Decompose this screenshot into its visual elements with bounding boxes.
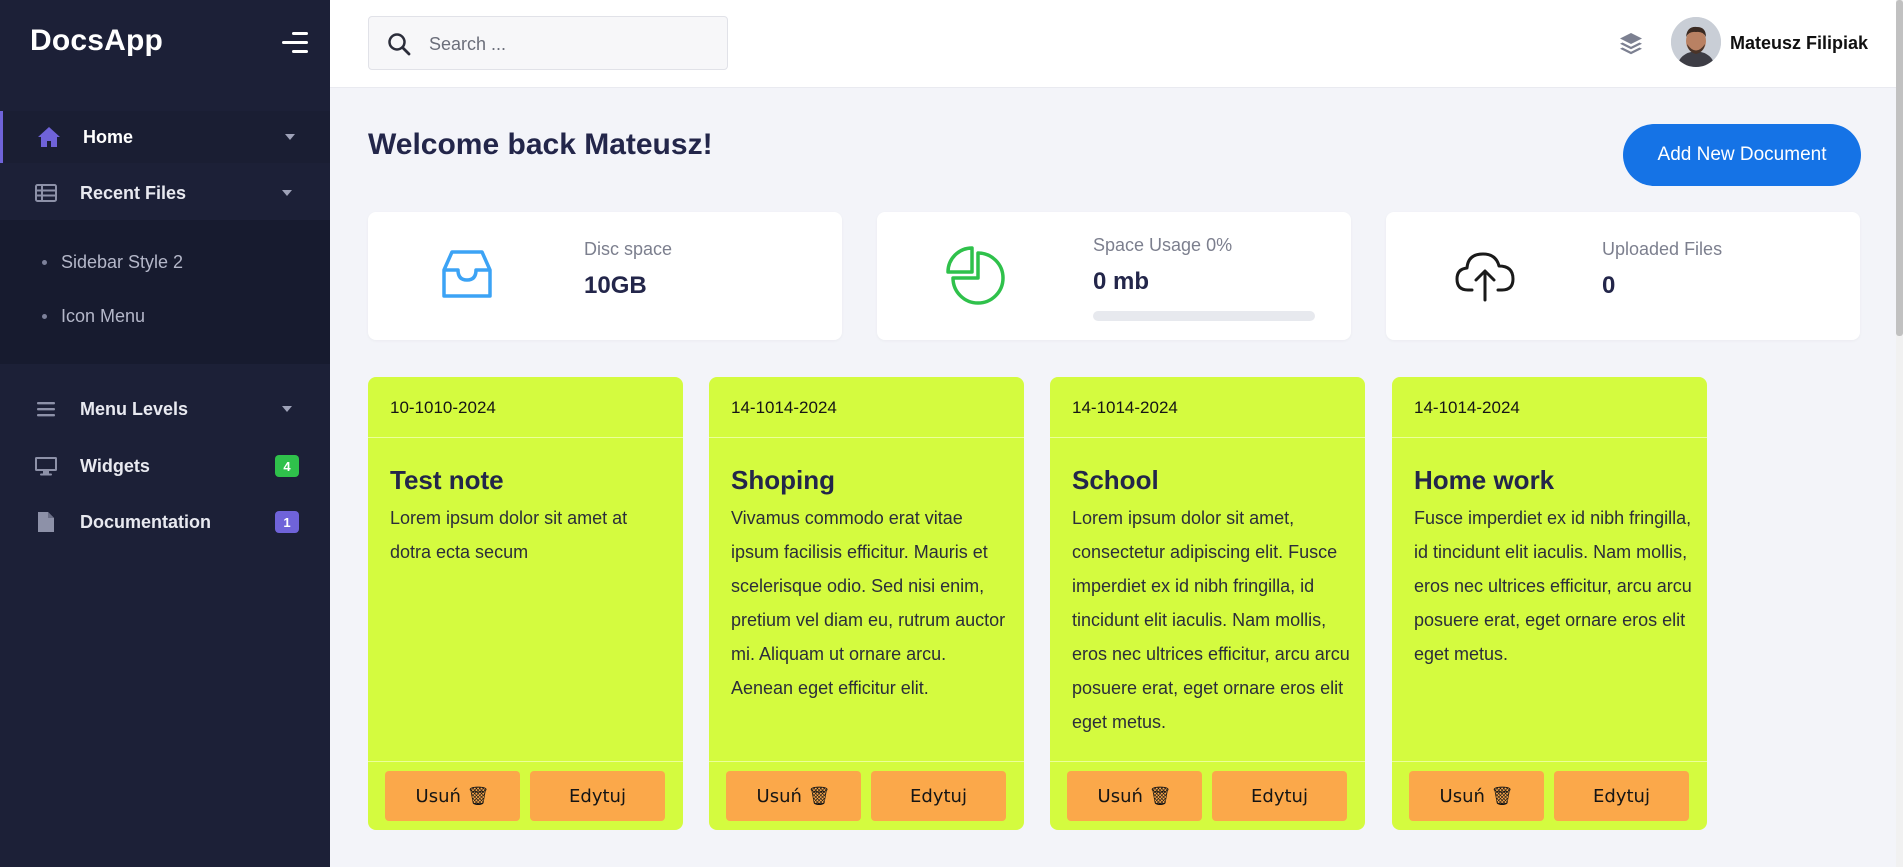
file-icon [34,510,58,534]
stat-card-disc-space: Disc space 10GB [368,212,842,340]
submenu-item-sidebar-style-2[interactable]: Sidebar Style 2 [0,242,330,282]
sidebar-item-widgets[interactable]: Widgets 4 [0,440,330,492]
search-icon [387,32,411,56]
note-date: 10-1010-2024 [390,398,496,417]
chevron-down-icon [282,406,292,412]
note-date: 14-1014-2024 [1072,398,1178,417]
note-body: Lorem ipsum dolor sit amet at dotra ecta… [390,508,628,562]
divider [1050,437,1365,438]
home-icon [37,125,61,149]
stat-card-uploaded-files: Uploaded Files 0 [1386,212,1860,340]
monitor-icon [34,454,58,478]
divider [1392,761,1707,762]
sidebar-item-label: Recent Files [80,182,187,203]
add-new-document-button[interactable]: Add New Document [1623,124,1861,186]
page-title: Welcome back Mateusz! [368,128,713,161]
chevron-down-icon [282,190,292,196]
stat-value: 10GB [584,272,647,299]
divider [1050,761,1365,762]
sidebar-item-label: Documentation [80,511,212,532]
sidebar-item-documentation[interactable]: Documentation 1 [0,496,330,548]
bars-icon [34,397,58,421]
note-title: Shoping [731,465,835,495]
note-card: 14-1014-2024 Shoping Vivamus commodo era… [709,377,1024,830]
user-name[interactable]: Mateusz Filipiak [1730,33,1868,54]
sidebar-item-home[interactable]: Home [0,111,330,163]
pie-chart-icon [943,242,1009,308]
stat-label: Disc space [584,239,673,259]
note-body: Fusce imperdiet ex id nibh fringilla, id… [1414,508,1692,664]
submenu-item-label: Sidebar Style 2 [61,251,184,272]
bullet-icon [42,259,47,265]
layers-icon[interactable] [1618,30,1644,56]
page-scrollbar[interactable] [1896,0,1903,867]
top-header: Mateusz Filipiak [330,0,1903,88]
note-body: Vivamus commodo erat vitae ipsum facilis… [731,508,1006,698]
note-title: Test note [390,465,504,495]
divider [1392,437,1707,438]
note-card: 14-1014-2024 Home work Fusce imperdiet e… [1392,377,1707,830]
note-body: Lorem ipsum dolor sit amet, consectetur … [1072,508,1350,732]
sidebar-item-label: Widgets [80,455,150,476]
chevron-down-icon [285,134,295,140]
inbox-icon [434,242,500,308]
sidebar-item-menu-levels[interactable]: Menu Levels [0,383,330,435]
submenu-item-icon-menu[interactable]: Icon Menu [0,296,330,336]
note-date: 14-1014-2024 [731,398,837,417]
note-card: 10-1010-2024 Test note Lorem ipsum dolor… [368,377,683,830]
stat-value: 0 mb [1093,268,1150,295]
documentation-count-badge: 1 [275,511,299,533]
submenu-item-label: Icon Menu [61,305,146,326]
delete-button[interactable]: Usuń 🗑 [385,771,520,821]
widgets-count-badge: 4 [275,455,299,477]
sidebar-item-recent-files[interactable]: Recent Files [0,167,330,219]
stat-value: 0 [1602,272,1616,299]
delete-button[interactable]: Usuń 🗑 [1067,771,1202,821]
divider [368,761,683,762]
divider [709,437,1024,438]
edit-button[interactable]: Edytuj [1554,771,1689,821]
cloud-upload-icon [1452,242,1518,308]
edit-button[interactable]: Edytuj [1212,771,1347,821]
stat-card-space-usage: Space Usage 0% 0 mb [877,212,1351,340]
sidebar-item-label: Menu Levels [80,398,189,419]
search-input[interactable] [429,29,709,59]
sidebar: DocsApp Home Recent Files Sidebar Style … [0,0,330,867]
avatar[interactable] [1671,17,1721,67]
delete-button[interactable]: Usuń 🗑 [726,771,861,821]
menu-toggle-icon[interactable] [280,32,308,54]
edit-button[interactable]: Edytuj [530,771,665,821]
divider [709,761,1024,762]
table-icon [34,181,58,205]
note-card: 14-1014-2024 School Lorem ipsum dolor si… [1050,377,1365,830]
note-title: School [1072,465,1159,495]
edit-button[interactable]: Edytuj [871,771,1006,821]
recent-files-submenu: Sidebar Style 2 Icon Menu [0,220,330,364]
delete-button[interactable]: Usuń 🗑 [1409,771,1544,821]
note-title: Home work [1414,465,1555,495]
space-usage-progress [1093,311,1315,321]
stat-label: Space Usage 0% [1093,235,1233,255]
sidebar-item-label: Home [83,126,134,147]
search-box[interactable] [368,16,728,70]
bullet-icon [42,313,47,319]
stat-label: Uploaded Files [1602,239,1723,259]
brand-logo[interactable]: DocsApp [30,24,163,58]
note-date: 14-1014-2024 [1414,398,1520,417]
divider [368,437,683,438]
